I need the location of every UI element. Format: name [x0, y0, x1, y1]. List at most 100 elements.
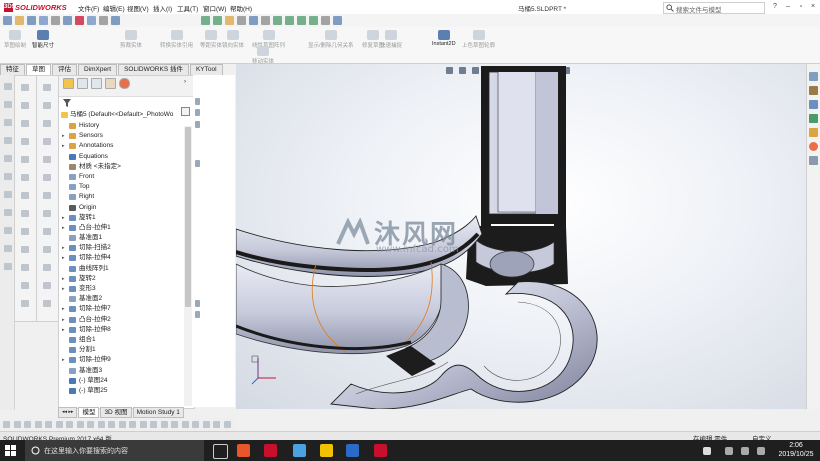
command-button[interactable]: 上色草图轮廓: [462, 30, 495, 49]
feature-manager-tab-icon[interactable]: [63, 78, 74, 89]
menu-item[interactable]: 帮助(H): [230, 3, 252, 13]
sketch-tool-icon[interactable]: [181, 421, 189, 428]
expand-arrow-icon[interactable]: ▸: [62, 355, 65, 365]
sketch-tool-icon[interactable]: [4, 245, 12, 252]
tree-item[interactable]: ▸ Annotations: [59, 141, 187, 151]
command-button[interactable]: 转换实体引用: [160, 30, 193, 49]
tab-scroll-arrows[interactable]: ◂◂ ▸▸: [58, 407, 78, 418]
network-icon[interactable]: [725, 447, 733, 455]
sketch-tool-icon[interactable]: [129, 421, 136, 428]
tree-item[interactable]: ▸ 凸台-拉伸2: [59, 315, 187, 325]
undo-icon[interactable]: [51, 16, 60, 25]
solidworks-logo[interactable]: 3DS SOLIDWORKS: [4, 2, 67, 12]
chevron-right-icon[interactable]: ›: [184, 79, 186, 85]
design-library-icon[interactable]: [809, 86, 818, 95]
command-button[interactable]: 智能尺寸: [32, 30, 54, 49]
app-icon-5[interactable]: [346, 444, 359, 457]
tree-item[interactable]: ▸ 切除-拉伸7: [59, 304, 187, 314]
expand-arrow-icon[interactable]: ▸: [62, 325, 65, 335]
sketch-tool-icon[interactable]: [4, 137, 12, 144]
resources-icon[interactable]: [809, 72, 818, 81]
sketch-tool-icon[interactable]: [43, 138, 51, 145]
tree-item[interactable]: ▸ 切除-拉伸8: [59, 325, 187, 335]
expand-arrow-icon[interactable]: ▸: [62, 284, 65, 294]
fillet-icon[interactable]: [297, 16, 306, 25]
expand-arrow-icon[interactable]: ▸: [62, 315, 65, 325]
sketch-tool-icon[interactable]: [21, 192, 29, 199]
sketch-tool-icon[interactable]: [213, 421, 220, 428]
help-icon[interactable]: ?: [770, 2, 780, 12]
sketch-tool-icon[interactable]: [43, 174, 51, 181]
expand-arrow-icon[interactable]: ▸: [62, 131, 65, 141]
tree-item[interactable]: Origin: [59, 203, 187, 213]
sketch-tool-icon[interactable]: [13, 421, 21, 428]
sketch-tool-icon[interactable]: [21, 174, 29, 181]
task-view-icon[interactable]: [213, 444, 228, 459]
taskbar-search-input[interactable]: 在这里输入你要搜索的内容: [25, 440, 204, 461]
rebuild-icon[interactable]: [75, 16, 84, 25]
tree-item[interactable]: 曲线阵列1: [59, 264, 187, 274]
sketch-tool-icon[interactable]: [21, 264, 29, 271]
sketch-tool-icon[interactable]: [150, 421, 157, 428]
menu-item[interactable]: 编辑(E): [103, 3, 125, 13]
command-tab[interactable]: 草图: [26, 64, 51, 75]
tree-item[interactable]: ▸ 旋转2: [59, 274, 187, 284]
tree-item[interactable]: Equations: [59, 152, 187, 162]
sketch-tool-icon[interactable]: [97, 421, 105, 428]
appearances-icon[interactable]: [809, 128, 818, 137]
sketch-tool-icon[interactable]: [45, 421, 52, 428]
configuration-manager-tab-icon[interactable]: [91, 78, 102, 89]
command-button[interactable]: 快速捕捉: [380, 30, 402, 49]
windows-start-icon[interactable]: [5, 445, 16, 456]
sketch-tool-icon[interactable]: [21, 282, 29, 289]
sketch-tool-icon[interactable]: [43, 192, 51, 199]
menu-item[interactable]: 视图(V): [127, 3, 149, 13]
sketch-tool-icon[interactable]: [43, 264, 51, 271]
tree-item[interactable]: 组合1: [59, 335, 187, 345]
tree-item[interactable]: ▸ Sensors: [59, 131, 187, 141]
tree-item[interactable]: 分割1: [59, 345, 187, 355]
sketch-tool-icon[interactable]: [223, 421, 231, 428]
graphics-area[interactable]: 沐风网 www.mfcad.com: [236, 64, 806, 409]
command-button[interactable]: 镜向实体: [222, 30, 244, 49]
tree-item[interactable]: 基准面1: [59, 233, 187, 243]
scenes-icon[interactable]: [809, 142, 818, 151]
command-button[interactable]: 草图绘制: [4, 30, 26, 49]
line-icon[interactable]: [201, 16, 210, 25]
sketch-tool-icon[interactable]: [4, 263, 12, 270]
sketch-tool-icon[interactable]: [43, 228, 51, 235]
sketch-tool-icon[interactable]: [21, 228, 29, 235]
clock-time[interactable]: 2:06: [776, 442, 816, 449]
volume-icon[interactable]: [741, 447, 749, 455]
expand-arrow-icon[interactable]: ▸: [62, 141, 65, 151]
expand-arrow-icon[interactable]: ▸: [62, 223, 65, 233]
tree-item[interactable]: (-) 草图24: [59, 376, 187, 386]
tree-item[interactable]: 材质 <未指定>: [59, 162, 187, 172]
command-tab[interactable]: 特征: [0, 64, 25, 75]
command-button[interactable]: 移动实体: [252, 46, 274, 65]
file-explorer-icon[interactable]: [809, 100, 818, 109]
panel-collapse-icon[interactable]: [181, 107, 190, 116]
mirror-icon[interactable]: [285, 16, 294, 25]
command-button[interactable]: 显示/删除几何关系: [308, 30, 354, 49]
sketch-tool-icon[interactable]: [192, 421, 199, 428]
explorer-icon[interactable]: [293, 444, 306, 457]
tree-item[interactable]: Front: [59, 172, 187, 182]
sketch-tool-icon[interactable]: [43, 156, 51, 163]
trim-icon[interactable]: [333, 16, 342, 25]
sketch-tool-icon[interactable]: [171, 421, 178, 428]
model-view-tab[interactable]: Motion Study 1: [132, 407, 184, 418]
chamfer-icon[interactable]: [309, 16, 318, 25]
zoom-icon[interactable]: [111, 16, 120, 25]
sketch-tool-icon[interactable]: [43, 210, 51, 217]
tree-item[interactable]: Top: [59, 182, 187, 192]
command-tab[interactable]: DimXpert: [78, 64, 118, 75]
redo-icon[interactable]: [63, 16, 72, 25]
sketch-tool-icon[interactable]: [34, 421, 42, 428]
sketch-tool-icon[interactable]: [66, 421, 73, 428]
sketch-tool-icon[interactable]: [202, 421, 210, 428]
solidworks-taskbar-icon[interactable]: [264, 444, 277, 457]
app-icon-4[interactable]: [320, 444, 333, 457]
command-button[interactable]: 剪裁实体: [120, 30, 142, 49]
sketch-tool-icon[interactable]: [139, 421, 147, 428]
